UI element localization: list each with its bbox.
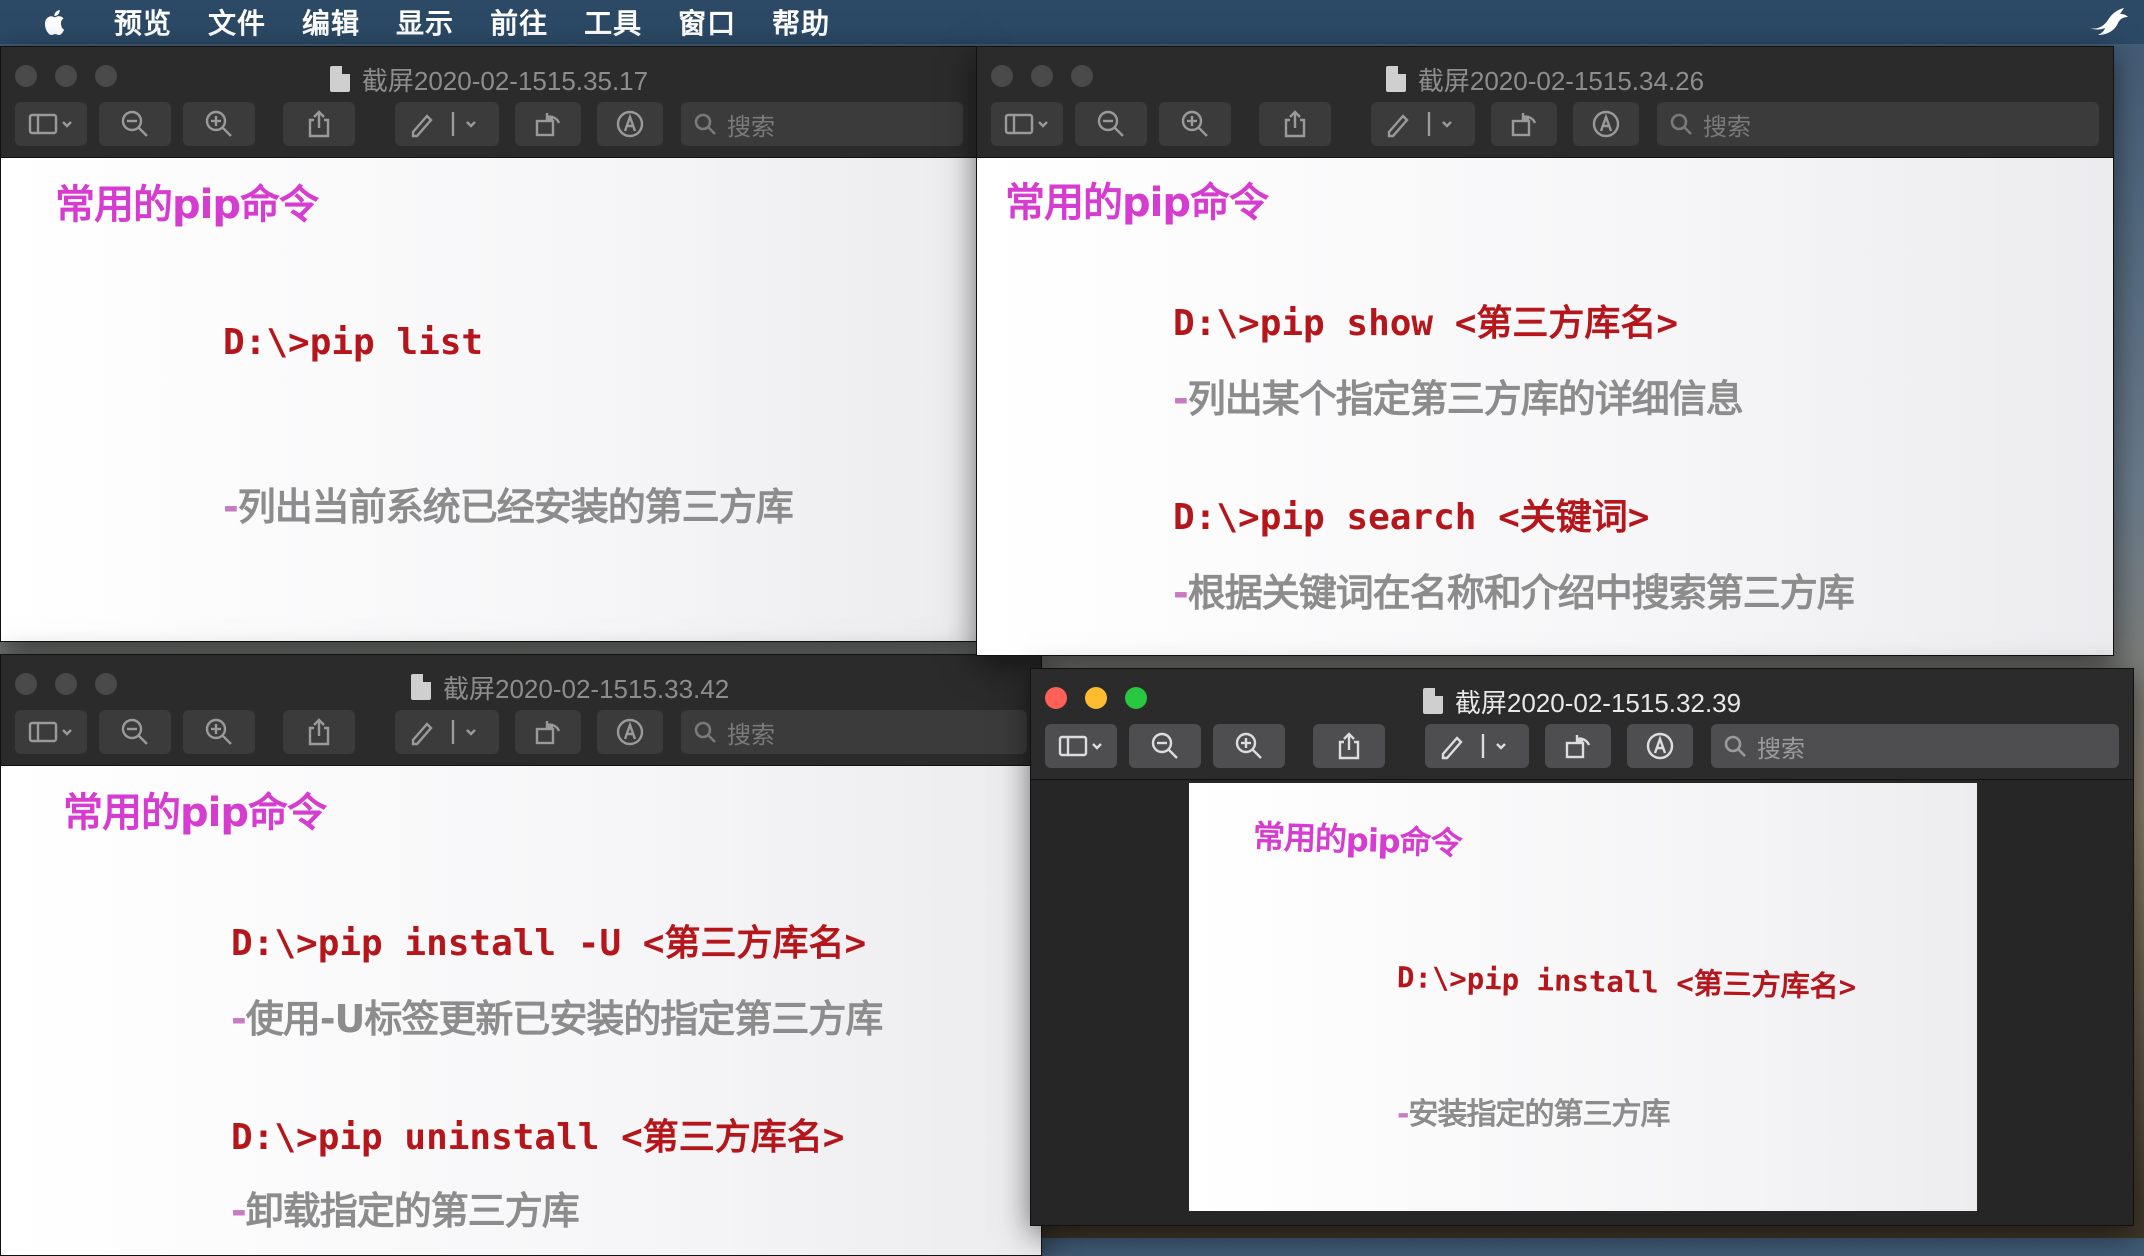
rotate-button[interactable] <box>1545 724 1611 768</box>
menu-tools[interactable]: 工具 <box>584 2 642 42</box>
description-text: -安装指定的第三方库 <box>1397 1097 1670 1132</box>
command-text: D:\>pip uninstall <第三方库名> <box>231 1117 845 1158</box>
toolbar: 搜索 <box>991 101 2099 147</box>
preview-window-1: 截屏2020-02-1515.35.17 搜索 常用的pip命令 D:\>pip… <box>0 46 978 642</box>
annotate-icon[interactable] <box>597 710 663 754</box>
slide-title: 常用的pip命令 <box>55 182 319 228</box>
command-text: D:\>pip list <box>223 322 484 363</box>
menu-view[interactable]: 显示 <box>396 2 454 42</box>
zoom-out-button[interactable] <box>1075 102 1147 146</box>
description-text: -使用-U标签更新已安装的指定第三方库 <box>231 997 883 1041</box>
window-titlebar: 截屏2020-02-1515.35.17 搜索 <box>1 47 977 158</box>
rotate-button[interactable] <box>515 102 581 146</box>
zoom-out-button[interactable] <box>99 102 171 146</box>
window-title: 截屏2020-02-1515.33.42 <box>1 667 1041 707</box>
document-icon <box>1422 688 1443 714</box>
rotate-button[interactable] <box>1491 102 1557 146</box>
menu-help[interactable]: 帮助 <box>772 2 830 42</box>
window-title: 截屏2020-02-1515.32.39 <box>1031 681 2133 721</box>
preview-window-2: 截屏2020-02-1515.34.26 搜索 常用的pip命令 D:\>pip… <box>976 46 2114 656</box>
command-text: D:\>pip show <第三方库名> <box>1173 303 1679 344</box>
annotate-icon[interactable] <box>597 102 663 146</box>
share-button[interactable] <box>1259 102 1331 146</box>
share-button[interactable] <box>283 710 355 754</box>
zoom-in-button[interactable] <box>183 102 255 146</box>
zoom-out-button[interactable] <box>1129 724 1201 768</box>
annotate-icon[interactable] <box>1627 724 1693 768</box>
window-titlebar: 截屏2020-02-1515.33.42 搜索 <box>1 655 1041 766</box>
command-text: D:\>pip install -U <第三方库名> <box>231 923 867 964</box>
toolbar: 搜索 <box>1045 723 2119 769</box>
menu-window[interactable]: 窗口 <box>678 2 736 42</box>
preview-window-4-active: 截屏2020-02-1515.32.39 搜索 常用的pip命令 D:\>pip… <box>1030 668 2134 1226</box>
sidebar-toggle-button[interactable] <box>15 102 87 146</box>
menu-bar: 预览 文件 编辑 显示 前往 工具 窗口 帮助 <box>0 0 2144 44</box>
description-text: -列出当前系统已经安装的第三方库 <box>223 485 794 529</box>
markup-pen-button[interactable] <box>1371 102 1475 146</box>
markup-pen-button[interactable] <box>395 710 499 754</box>
markup-pen-button[interactable] <box>395 102 499 146</box>
menu-preview[interactable]: 预览 <box>114 2 172 42</box>
bird-status-icon[interactable] <box>2086 2 2132 42</box>
search-field[interactable]: 搜索 <box>681 710 1027 754</box>
zoom-in-button[interactable] <box>183 710 255 754</box>
zoom-in-button[interactable] <box>1213 724 1285 768</box>
sidebar-toggle-button[interactable] <box>1045 724 1117 768</box>
description-text: -列出某个指定第三方库的详细信息 <box>1173 377 1744 421</box>
document-page: 常用的pip命令 D:\>pip install <第三方库名> -安装指定的第… <box>1189 783 1977 1211</box>
markup-pen-button[interactable] <box>1425 724 1529 768</box>
zoom-in-button[interactable] <box>1159 102 1231 146</box>
preview-window-3: 截屏2020-02-1515.33.42 搜索 常用的pip命令 D:\>pip… <box>0 654 1042 1256</box>
slide-title: 常用的pip命令 <box>1252 817 1463 863</box>
description-text: -根据关键词在名称和介绍中搜索第三方库 <box>1173 571 1855 615</box>
window-title: 截屏2020-02-1515.34.26 <box>977 59 2113 99</box>
menu-go[interactable]: 前往 <box>490 2 548 42</box>
rotate-button[interactable] <box>515 710 581 754</box>
search-field[interactable]: 搜索 <box>1657 102 2099 146</box>
description-text: -卸载指定的第三方库 <box>231 1189 580 1233</box>
document-icon <box>411 674 431 700</box>
window-title: 截屏2020-02-1515.35.17 <box>1 59 977 99</box>
search-field[interactable]: 搜索 <box>1711 724 2119 768</box>
command-text: D:\>pip search <关键词> <box>1173 497 1650 538</box>
menu-edit[interactable]: 编辑 <box>302 2 360 42</box>
share-button[interactable] <box>1313 724 1385 768</box>
search-field[interactable]: 搜索 <box>681 102 963 146</box>
document-content: 常用的pip命令 D:\>pip install -U <第三方库名> -使用-… <box>1 766 1041 1255</box>
document-content: 常用的pip命令 D:\>pip show <第三方库名> -列出某个指定第三方… <box>977 158 2113 655</box>
window-titlebar: 截屏2020-02-1515.34.26 搜索 <box>977 47 2113 158</box>
zoom-out-button[interactable] <box>99 710 171 754</box>
document-icon <box>1385 66 1406 92</box>
document-content: 常用的pip命令 D:\>pip list -列出当前系统已经安装的第三方库 <box>1 158 977 641</box>
window-titlebar: 截屏2020-02-1515.32.39 搜索 <box>1031 669 2133 780</box>
sidebar-toggle-button[interactable] <box>15 710 87 754</box>
toolbar: 搜索 <box>15 709 1027 755</box>
share-button[interactable] <box>283 102 355 146</box>
annotate-icon[interactable] <box>1573 102 1639 146</box>
slide-title: 常用的pip命令 <box>63 790 327 836</box>
menu-file[interactable]: 文件 <box>208 2 266 42</box>
sidebar-toggle-button[interactable] <box>991 102 1063 146</box>
toolbar: 搜索 <box>15 101 963 147</box>
command-text: D:\>pip install <第三方库名> <box>1396 960 1857 1004</box>
apple-menu-icon[interactable] <box>40 7 70 37</box>
slide-title: 常用的pip命令 <box>1005 180 1269 226</box>
document-icon <box>329 66 350 92</box>
